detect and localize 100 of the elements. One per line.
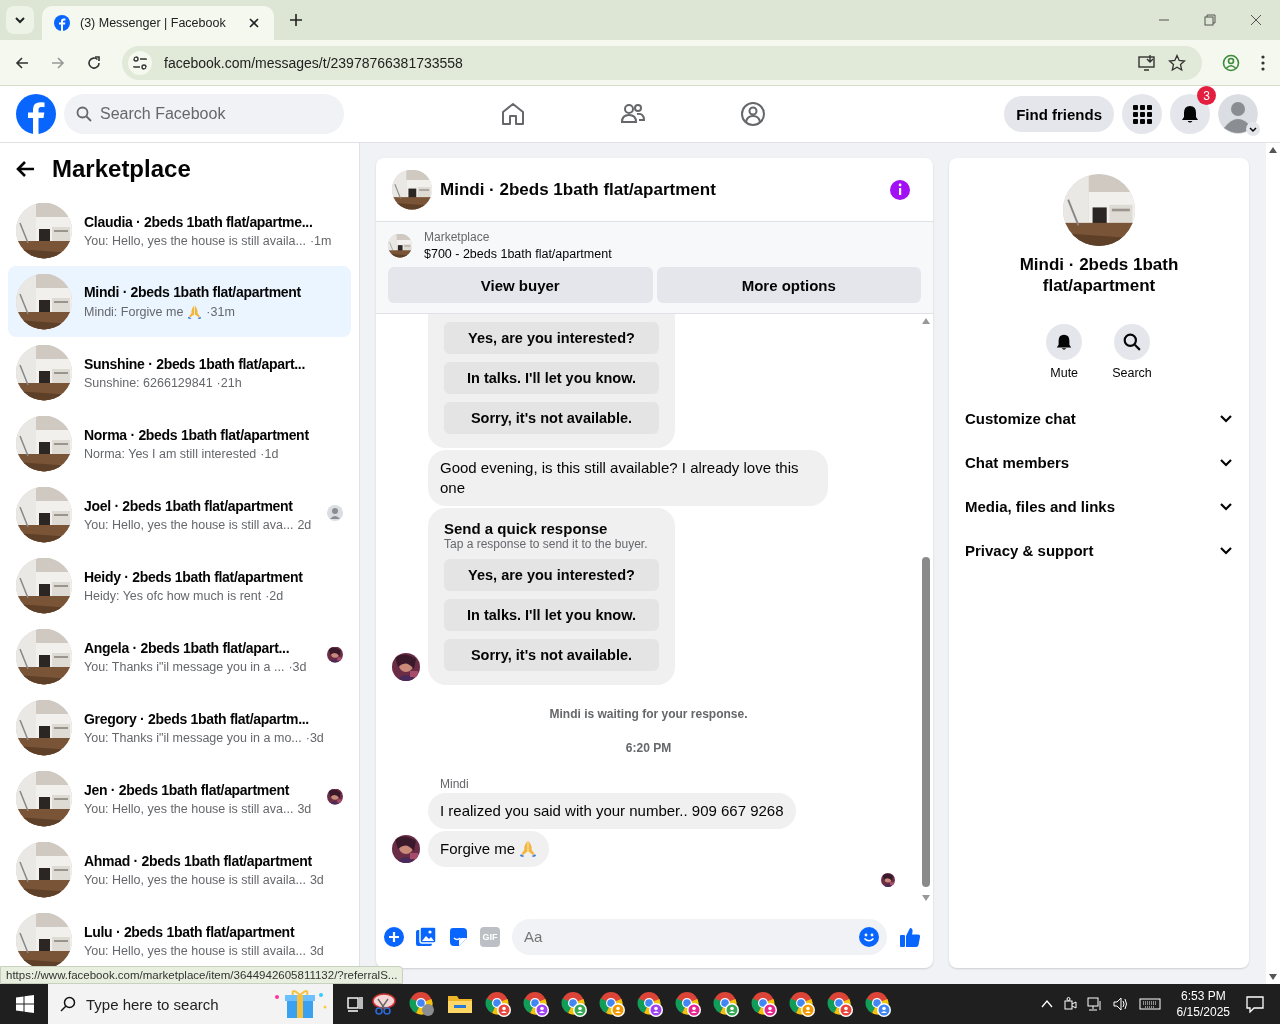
forward-icon[interactable]: [50, 54, 66, 71]
search-icon: [60, 996, 76, 1012]
message-preview: Norma: Yes I am still interested: [84, 446, 257, 461]
quick-response-option[interactable]: Sorry, it's not available.: [444, 639, 659, 671]
star-icon[interactable]: [1168, 53, 1186, 72]
quick-response-option[interactable]: In talks. I'll let you know.: [444, 599, 659, 631]
clock[interactable]: 6:53 PM 6/15/2025: [1176, 988, 1230, 1020]
section-row[interactable]: Privacy & support: [957, 528, 1241, 572]
message-time: ·31m: [206, 304, 235, 319]
notification-badge: 3: [1197, 86, 1216, 105]
conversation-title: Heidy · 2beds 1bath flat/apartment: [84, 568, 304, 585]
conversation-title: Ahmad · 2beds 1bath flat/apartment: [84, 852, 313, 869]
browser-icon[interactable]: [523, 991, 549, 1017]
volume-icon[interactable]: [1112, 997, 1129, 1011]
more-icon[interactable]: [1260, 53, 1266, 72]
windows-icon[interactable]: [16, 995, 34, 1013]
message-time: ·21h: [216, 375, 242, 390]
scroll-down-icon[interactable]: [1269, 974, 1277, 980]
conversation-item[interactable]: Gregory · 2beds 1bath flat/apartm... You: Thanks i"il message you in a mo... ·3d: [8, 692, 351, 763]
install-icon[interactable]: [1138, 53, 1156, 72]
message-field[interactable]: Aa: [512, 918, 887, 955]
grid-icon: [1132, 104, 1152, 124]
conversation-item[interactable]: Ahmad · 2beds 1bath flat/apartment You: Hello, yes the house is still availa... 3d: [8, 834, 351, 905]
listing-button[interactable]: More options: [656, 267, 921, 303]
browser-icon[interactable]: [789, 991, 815, 1017]
site-settings-icon[interactable]: [128, 50, 152, 75]
browser-tab[interactable]: (3) Messenger | Facebook: [42, 6, 274, 40]
browser-icon[interactable]: [561, 991, 587, 1017]
scissors-icon[interactable]: [371, 991, 397, 1017]
section-row[interactable]: Chat members: [957, 440, 1241, 484]
search-field[interactable]: Search Facebook: [64, 94, 344, 134]
address-bar[interactable]: facebook.com/messages/t/23978766381733558: [122, 45, 1202, 80]
info-icon[interactable]: [889, 178, 911, 201]
restore-icon[interactable]: [1204, 14, 1216, 26]
section-row[interactable]: Customize chat: [957, 396, 1241, 440]
keyboard-icon[interactable]: [1138, 997, 1161, 1011]
photo-icon[interactable]: [416, 926, 436, 947]
task-view-icon[interactable]: [345, 994, 365, 1014]
quick-response-option[interactable]: Yes, are you interested?: [444, 559, 659, 591]
new-tab-icon[interactable]: [288, 12, 304, 28]
chevron-up-icon[interactable]: [1040, 998, 1053, 1010]
browser-icon[interactable]: [751, 991, 777, 1017]
browser-icon[interactable]: [827, 991, 853, 1017]
emoji-icon[interactable]: [859, 926, 879, 947]
mute-button[interactable]: [1046, 324, 1083, 360]
home-icon[interactable]: [500, 101, 526, 127]
conversation-item[interactable]: Joel · 2beds 1bath flat/apartment You: Hello, yes the house is still ava... 2d: [8, 479, 351, 550]
conversation-item[interactable]: Mindi · 2beds 1bath flat/apartment Mindi: Forgive me ·31m: [8, 266, 351, 337]
quick-response-option[interactable]: In talks. I'll let you know.: [444, 362, 659, 394]
profile-icon[interactable]: [1222, 53, 1240, 72]
browser-icon[interactable]: [637, 991, 663, 1017]
back-icon[interactable]: [14, 54, 30, 71]
conversation-title: Joel · 2beds 1bath flat/apartment: [84, 497, 294, 514]
scroll-up-icon[interactable]: [1269, 147, 1277, 153]
taskbar-search-field[interactable]: Type here to search: [48, 984, 333, 1024]
quick-response-title: Send a quick response: [444, 520, 609, 537]
browser-icon[interactable]: [599, 991, 625, 1017]
browser-icon[interactable]: [713, 991, 739, 1017]
message-preview: You: Hello, yes the house is still ava...: [84, 801, 294, 816]
meet-icon[interactable]: [1062, 997, 1077, 1011]
browser-icon[interactable]: [485, 991, 511, 1017]
conversation-item[interactable]: Heidy · 2beds 1bath flat/apartment Heidy: Yes ofc how much is rent ·2d: [8, 550, 351, 621]
message-preview: Mindi: Forgive me: [84, 304, 184, 319]
find-friends-button[interactable]: Find friends: [1004, 96, 1114, 132]
conversation-title: Sunshine · 2beds 1bath flat/apart...: [84, 355, 307, 372]
conversation-item[interactable]: Sunshine · 2beds 1bath flat/apart... Sunshine: 6266129841 ·21h: [8, 337, 351, 408]
message-time: ·1d: [260, 446, 279, 461]
sticker-icon[interactable]: [448, 926, 468, 947]
browser-icon[interactable]: [865, 991, 891, 1017]
conversation-item[interactable]: Lulu · 2beds 1bath flat/apartment You: Hello, yes the house is still availa... 3d: [8, 905, 351, 966]
menu-button[interactable]: [1122, 94, 1162, 134]
conversation-item[interactable]: Angela · 2beds 1bath flat/apart... You: Thanks i"il message you in a ... ·3d: [8, 621, 351, 692]
plus-icon[interactable]: [384, 926, 404, 947]
conversation-item[interactable]: Jen · 2beds 1bath flat/apartment You: Hello, yes the house is still ava... 3d: [8, 763, 351, 834]
tab-search-icon[interactable]: [6, 6, 34, 34]
network-icon[interactable]: [1086, 997, 1103, 1011]
back-arrow-icon[interactable]: [16, 159, 36, 179]
account-button[interactable]: [1218, 94, 1258, 134]
facebook-icon: [54, 15, 70, 31]
facebook-logo[interactable]: [16, 94, 56, 134]
search-icon: [76, 106, 92, 122]
browser-icon[interactable]: [675, 991, 701, 1017]
quick-response-option[interactable]: Sorry, it's not available.: [444, 402, 659, 434]
conversation-item[interactable]: Norma · 2beds 1bath flat/apartment Norma: Yes I am still interested ·1d: [8, 408, 351, 479]
scrollbar-thumb[interactable]: [922, 557, 930, 887]
listing-button[interactable]: View buyer: [388, 267, 653, 303]
message-bubble: I realized you said with your number.. 909 667 9268: [428, 793, 796, 829]
browser-icon[interactable]: [409, 991, 435, 1017]
section-row[interactable]: Media, files and links: [957, 484, 1241, 528]
listing-detail: $700 - 2beds 1bath flat/apartment: [424, 247, 612, 261]
conversation-item[interactable]: Claudia · 2beds 1bath flat/apartme... You: Hello, yes the house is still availa... ·1m: [8, 195, 351, 266]
notification-center-icon[interactable]: [1246, 995, 1264, 1013]
conversation-title: Gregory · 2beds 1bath flat/apartm...: [84, 710, 310, 727]
reload-icon[interactable]: [86, 54, 102, 71]
quick-response-option[interactable]: Yes, are you interested?: [444, 322, 659, 354]
message-time: ·3d: [305, 730, 324, 745]
search-button[interactable]: [1114, 324, 1150, 360]
like-icon[interactable]: [899, 925, 921, 948]
status-notice: Mindi is waiting for your response.: [549, 707, 748, 721]
groups-icon[interactable]: [740, 101, 766, 127]
